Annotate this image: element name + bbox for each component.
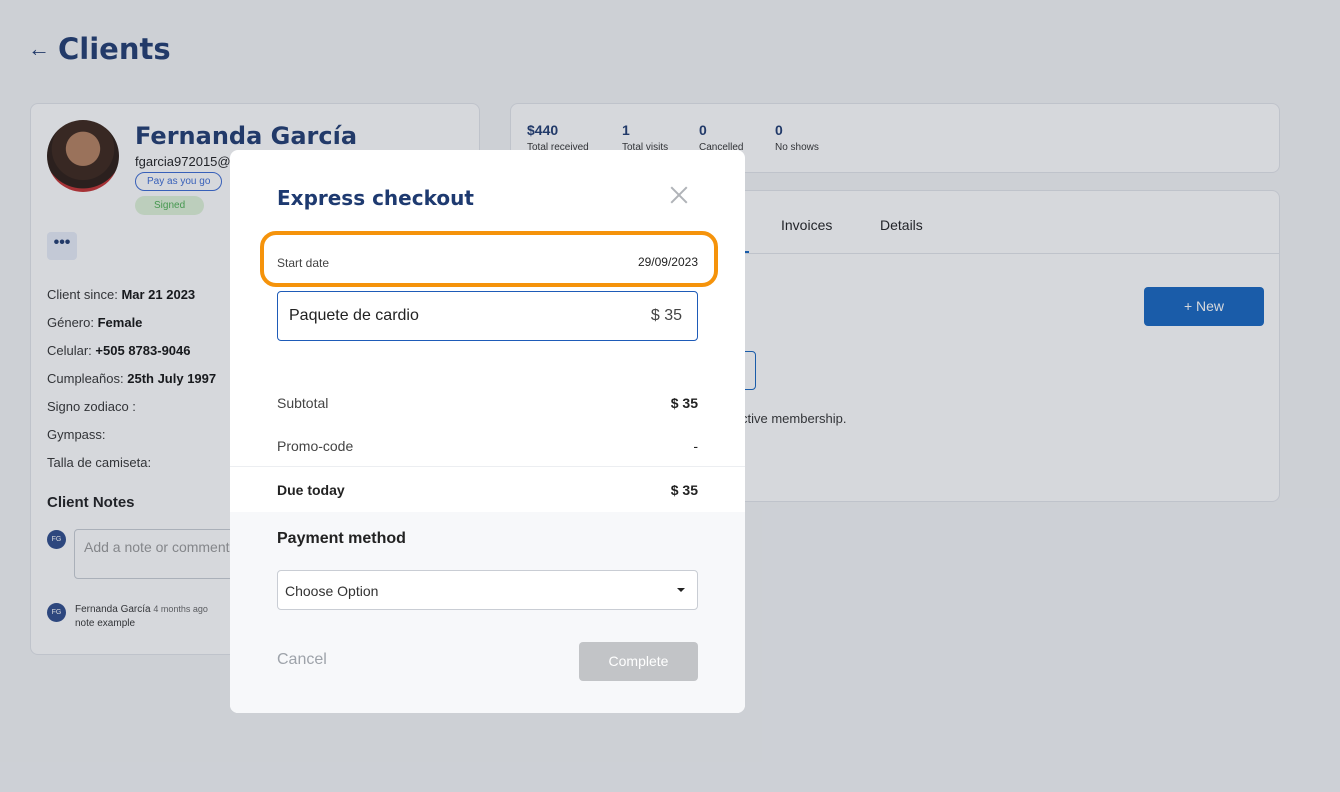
selected-item[interactable]: Paquete de cardio $ 35	[277, 291, 698, 341]
payment-section: Payment method Choose Option Cancel Comp…	[230, 512, 745, 713]
promo-code-value[interactable]: -	[693, 438, 698, 454]
payment-method-selected: Choose Option	[285, 583, 379, 599]
start-date-label: Start date	[277, 256, 330, 270]
express-checkout-modal: Express checkout Start date 29/09/2023 P…	[230, 150, 745, 713]
start-date-value[interactable]: 29/09/2023	[638, 255, 698, 269]
payment-method-select[interactable]: Choose Option	[277, 570, 698, 610]
item-name: Paquete de cardio	[289, 307, 419, 324]
due-today-label: Due today	[277, 482, 345, 498]
modal-title: Express checkout	[277, 186, 474, 210]
subtotal-label: Subtotal	[277, 395, 329, 411]
complete-button[interactable]: Complete	[579, 642, 698, 681]
due-today-value: $ 35	[670, 482, 698, 498]
payment-method-title: Payment method	[277, 530, 406, 547]
close-icon[interactable]	[668, 184, 690, 206]
divider	[230, 466, 745, 467]
subtotal-value: $ 35	[670, 395, 698, 411]
caret-down-icon	[677, 588, 685, 592]
cancel-button[interactable]: Cancel	[277, 651, 327, 669]
promo-code-label: Promo-code	[277, 438, 354, 454]
item-price: $ 35	[650, 307, 682, 324]
